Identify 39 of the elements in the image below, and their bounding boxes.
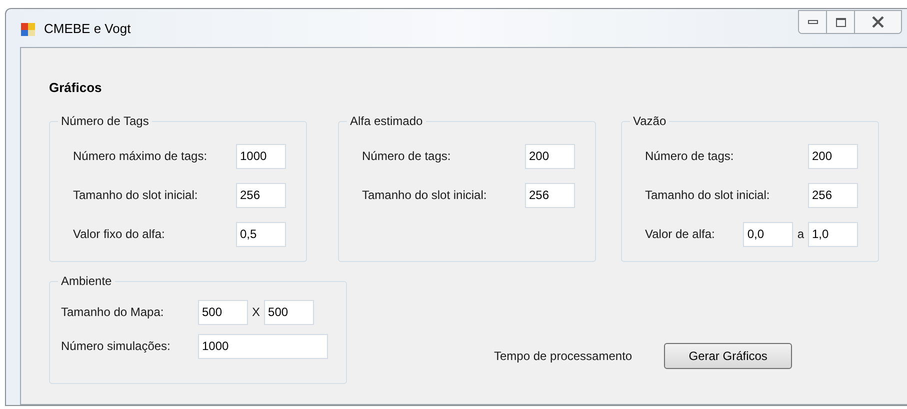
separator-label: X <box>251 304 262 321</box>
group-title: Vazão <box>630 114 670 128</box>
minimize-button[interactable] <box>799 11 827 33</box>
field-label: Número máximo de tags: <box>73 148 208 165</box>
input-field[interactable]: 1000 <box>236 144 286 168</box>
input-field[interactable]: 500 <box>198 300 248 324</box>
field-label: Tamanho do Mapa: <box>61 304 165 321</box>
group-title: Ambiente <box>58 274 115 288</box>
group-title: Alfa estimado <box>347 114 426 128</box>
separator-label: a <box>796 226 805 243</box>
field-label: Valor fixo do alfa: <box>73 226 166 243</box>
input-field[interactable]: 256 <box>236 182 286 208</box>
maximize-icon <box>836 18 846 26</box>
window-title: CMEBE e Vogt <box>44 20 131 38</box>
field-label: Tamanho do slot inicial: <box>73 187 199 204</box>
generate-charts-button[interactable]: Gerar Gráficos <box>664 342 792 368</box>
minimize-icon <box>808 20 818 24</box>
close-icon <box>871 16 885 28</box>
field-label: Número de tags: <box>362 148 452 165</box>
section-heading: Gráficos <box>49 79 103 97</box>
input-field[interactable]: 256 <box>808 182 858 208</box>
input-field[interactable]: 1000 <box>198 334 328 358</box>
input-field[interactable]: 1,0 <box>808 222 858 246</box>
input-field[interactable]: 256 <box>525 182 575 208</box>
field-label: Número simulações: <box>61 338 172 355</box>
input-field[interactable]: 0,0 <box>743 222 794 246</box>
close-button[interactable] <box>855 11 901 33</box>
input-field[interactable]: 0,5 <box>236 222 286 246</box>
processing-time-label: Tempo de processamento <box>494 348 632 364</box>
field-label: Tamanho do slot inicial: <box>645 187 771 204</box>
input-field[interactable]: 500 <box>264 300 314 324</box>
maximize-button[interactable] <box>827 11 855 33</box>
field-label: Tamanho do slot inicial: <box>362 187 488 204</box>
app-icon <box>20 20 36 37</box>
input-field[interactable]: 200 <box>525 144 575 168</box>
group-title: Número de Tags <box>58 114 152 128</box>
field-label: Valor de alfa: <box>645 226 716 243</box>
field-label: Número de tags: <box>645 148 735 165</box>
input-field[interactable]: 200 <box>808 144 858 168</box>
